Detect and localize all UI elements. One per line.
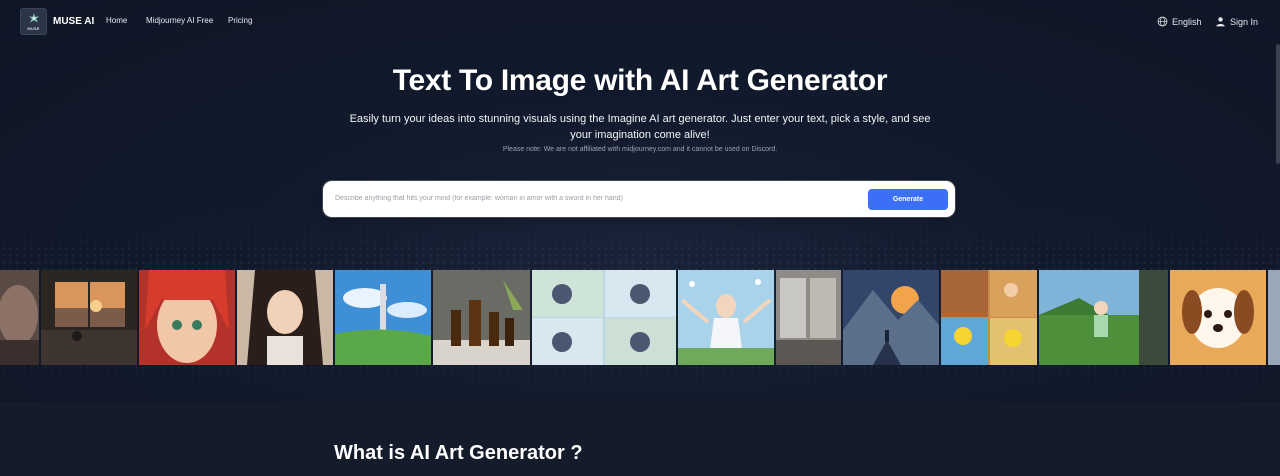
logo-mark-icon: MUSE: [20, 8, 47, 35]
language-label: English: [1172, 16, 1202, 27]
affiliation-note: Please note: We are not affiliated with …: [502, 146, 778, 153]
gallery-image-rocket-meadow[interactable]: [335, 270, 431, 365]
top-navigation: MUSE MUSE AI Home Midjourney AI Free Pri…: [0, 0, 1280, 44]
hero-subtitle: Easily turn your ideas into stunning vis…: [349, 113, 931, 141]
user-icon: [1216, 17, 1225, 27]
sign-in-label: Sign In: [1230, 16, 1259, 27]
gallery-image-anime-boy-flowers[interactable]: [678, 270, 774, 365]
gallery-image-mountain-hiker-sunset[interactable]: [843, 270, 939, 365]
gallery-image-cartoon-dog[interactable]: [1170, 270, 1266, 365]
globe-icon: [1157, 16, 1168, 27]
gallery-image-anime-dark-hair-girl[interactable]: [237, 270, 333, 365]
gallery-image-anime-boy-running[interactable]: [1039, 270, 1168, 365]
page: MUSE MUSE AI Home Midjourney AI Free Pri…: [0, 0, 1280, 476]
nav-home-link[interactable]: Home: [106, 16, 127, 25]
language-selector[interactable]: English: [1157, 16, 1202, 27]
brand-name: MUSE AI: [53, 16, 95, 27]
info-section-background: [0, 402, 1280, 476]
sign-in-button[interactable]: Sign In: [1215, 16, 1258, 27]
section-title: What is AI Art Generator ?: [334, 442, 583, 464]
example-gallery: [0, 270, 1280, 365]
gallery-image-anime-red-hair-girl[interactable]: [139, 270, 235, 365]
gallery-image-modern-interior[interactable]: [776, 270, 841, 365]
nav-midjourney-free-link[interactable]: Midjourney AI Free: [146, 16, 213, 25]
prompt-search-bar: Generate: [323, 181, 955, 217]
gallery-image-partial-portrait[interactable]: [0, 270, 39, 365]
gallery-image-partial-edge[interactable]: [1268, 270, 1280, 365]
hero-title: Text To Image with AI Art Generator: [392, 64, 888, 97]
brand-logo[interactable]: MUSE MUSE AI: [20, 8, 94, 35]
generate-button[interactable]: Generate: [868, 189, 948, 210]
logo-mini-text: MUSE: [27, 26, 40, 31]
gallery-image-anime-cat-girls-grid[interactable]: [532, 270, 676, 365]
prompt-input[interactable]: [335, 190, 855, 206]
gallery-image-sunset-window-room[interactable]: [41, 270, 137, 365]
nav-pricing-link[interactable]: Pricing: [228, 16, 252, 25]
gallery-image-oil-bottles-still-life[interactable]: [433, 270, 530, 365]
gallery-image-pikachu-grid[interactable]: [941, 270, 1037, 365]
